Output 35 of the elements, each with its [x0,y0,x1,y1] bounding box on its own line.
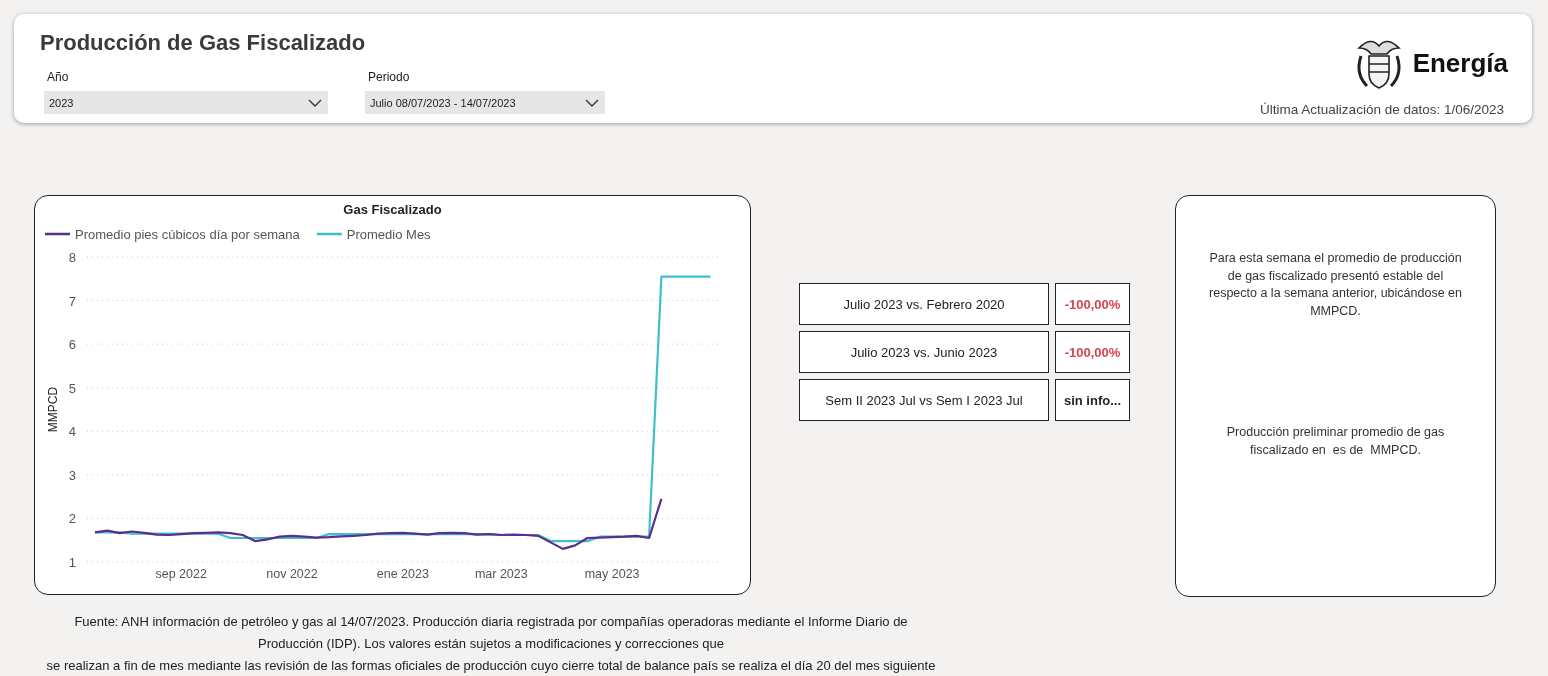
y-tick-label: 2 [68,511,76,527]
y-tick-label: 3 [68,467,76,483]
y-tick-label: 6 [68,337,76,353]
x-tick-label: nov 2022 [266,567,318,581]
dropdown[interactable]: 2023 [44,91,328,114]
source-note: Fuente: ANH información de petróleo y gas al 14/07/2023. Producción diaria registrada por compañías operadoras mediante el Informe Diario de Producción (IDP). Los valores están sujetos a modificaciones y correcciones que se realizan a fin de mes mediante las revisión de las formas oficiales de producción cuyo cierre total de balance país se realiza el día 20 del mes siguiente [46,613,936,675]
y-tick-label: 7 [68,293,76,309]
y-tick-label: 4 [68,424,76,440]
y-tick-label: 5 [68,380,76,396]
comparison-label: Sem II 2023 Jul vs Sem I 2023 Jul [799,379,1049,421]
filter-label: Año [47,70,70,84]
x-tick-label: may 2023 [584,567,640,581]
comparison-value: sin info... [1055,379,1130,421]
x-tick-label: mar 2023 [474,567,528,581]
last-update-text: Última Actualización de datos: 1/06/2023 [1260,102,1504,117]
brand-name: Energía [1412,47,1508,79]
dropdown[interactable]: Julio 08/07/2023 - 14/07/2023 [365,91,605,114]
summary-text: Producción preliminar promedio de gas fiscalizado en es de MMPCD. [1225,424,1446,459]
comparison-value: -100,00% [1055,283,1130,325]
legend-label: Promedio pies cúbicos día por semana [75,227,300,242]
comparison-label: Julio 2023 vs. Febrero 2020 [799,283,1049,325]
y-tick-label: 1 [68,555,76,570]
chevron-down-icon [308,98,322,107]
filter-label: Periodo [368,70,411,84]
comparison-label: Julio 2023 vs. Junio 2023 [799,331,1049,373]
y-axis-title: MMPCD [46,386,60,433]
dashboard-title: Producción de Gas Fiscalizado [40,30,367,56]
summary-text: Para esta semana el promedio de producción de gas fiscalizado presentó estable del respecto a la semana anterior, ubicándose en MMPCD. [1208,250,1463,320]
comparison-value: -100,00% [1055,331,1130,373]
x-tick-label: ene 2023 [376,567,429,581]
legend-label: Promedio Mes [346,227,431,242]
chevron-down-icon [585,98,599,107]
x-tick-label: sep 2022 [155,567,207,581]
y-tick-label: 8 [68,250,76,265]
chart-title: Gas Fiscalizado [343,202,442,217]
